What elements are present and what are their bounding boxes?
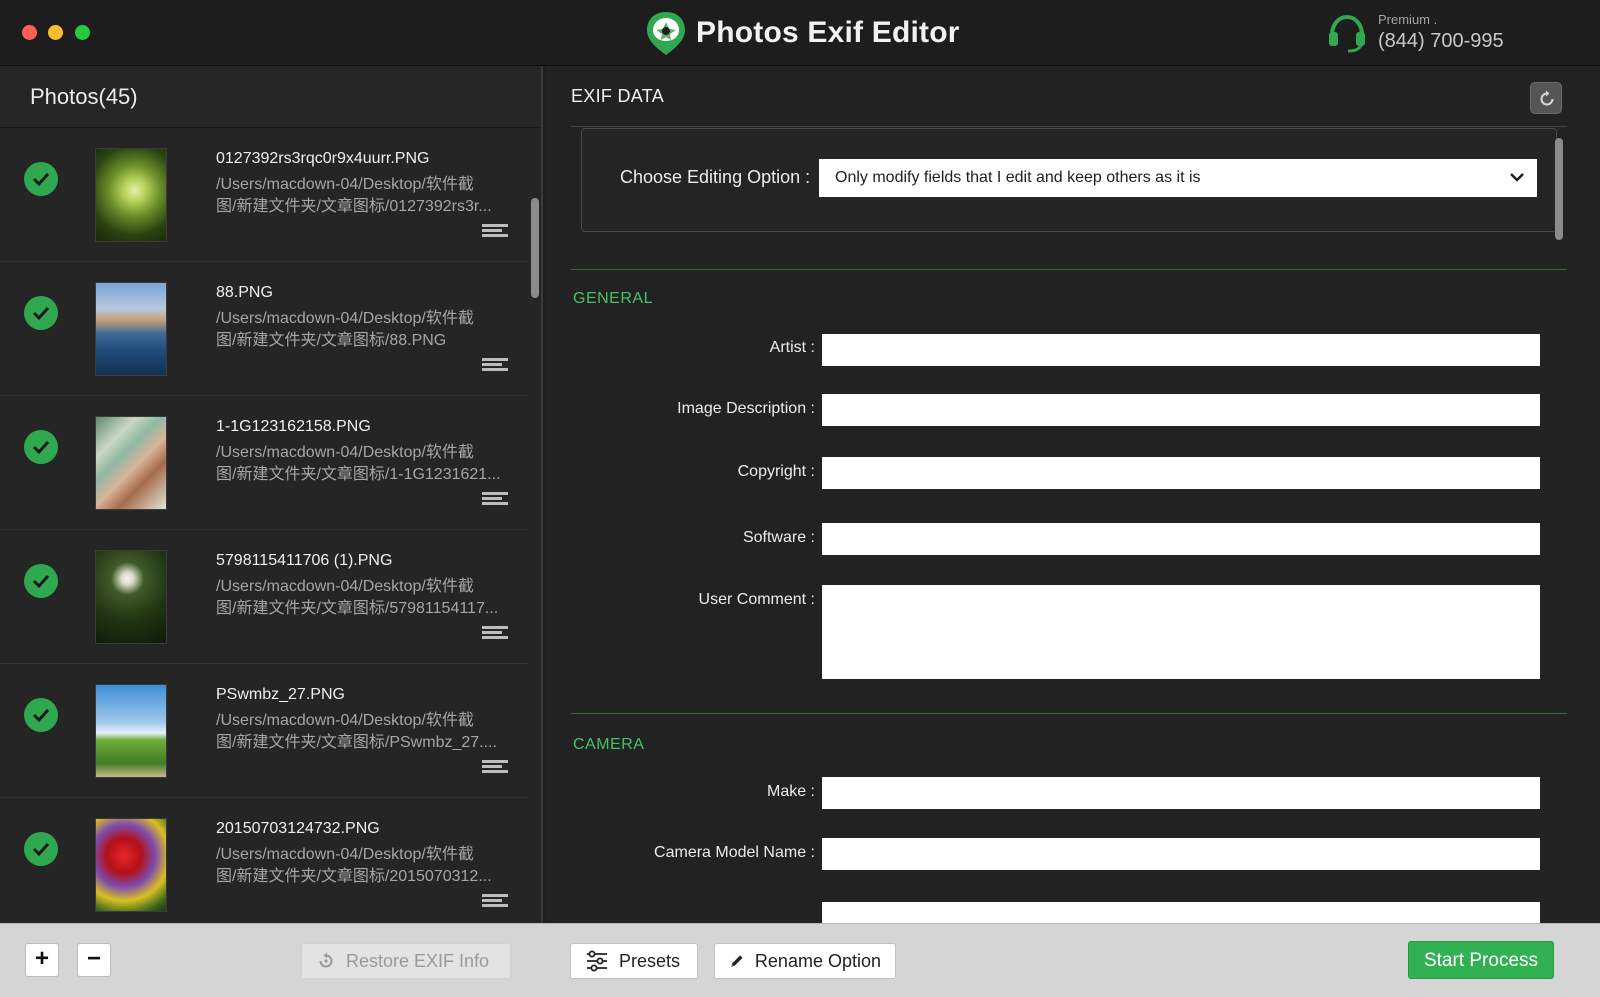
photos-panel: Photos(45) 0127392rs3rqc0r9x4uurr.PNG /U… [0,66,543,923]
rename-option-button[interactable]: Rename Option [714,943,896,979]
exif-panel-title: EXIF DATA [571,86,665,106]
selected-check-icon[interactable] [24,430,58,464]
section-divider [571,713,1567,714]
photo-list-item[interactable]: 20150703124732.PNG /Users/macdown-04/Des… [0,798,528,923]
window-minimize-button[interactable] [48,25,63,40]
restore-exif-button[interactable]: Restore EXIF Info [301,943,511,979]
section-title-general: GENERAL [573,290,653,307]
photo-thumbnail [95,550,167,644]
divider [571,126,1567,127]
photo-thumbnail [95,282,167,376]
restore-exif-label: Restore EXIF Info [346,950,490,971]
rename-option-label: Rename Option [754,950,881,971]
app-brand: Photos Exif Editor [644,10,960,56]
presets-button[interactable]: Presets [570,943,698,979]
copyright-input[interactable] [822,457,1540,489]
editing-option-value: Only modify fields that I edit and keep … [835,169,1201,186]
exif-panel: EXIF DATA Choose Editing Option : Only m… [545,66,1600,923]
support-label: Premium . [1378,12,1438,27]
selected-check-icon[interactable] [24,832,58,866]
headset-icon [1329,14,1365,53]
window-close-button[interactable] [22,25,37,40]
photo-list-item[interactable]: PSwmbz_27.PNG /Users/macdown-04/Desktop/… [0,664,528,798]
software-label: Software : [742,529,815,546]
user-comment-textarea[interactable] [822,585,1540,679]
photo-path: /Users/macdown-04/Desktop/软件截 图/新建文件夹/文章… [216,444,501,483]
editing-option-select[interactable]: Only modify fields that I edit and keep … [819,159,1537,197]
photo-list-item[interactable]: 1-1G123162158.PNG /Users/macdown-04/Desk… [0,396,528,530]
make-label: Make : [766,783,815,800]
photo-path: /Users/macdown-04/Desktop/软件截 图/新建文件夹/文章… [216,578,499,617]
photo-path: /Users/macdown-04/Desktop/软件截 图/新建文件夹/文章… [216,176,492,215]
photo-details-menu-icon[interactable] [482,224,508,238]
camera-model-name-label: Camera Model Name : [654,844,815,861]
editing-option-label: Choose Editing Option : [620,167,811,187]
photo-details-menu-icon[interactable] [482,492,508,506]
section-divider [571,269,1567,270]
software-input[interactable] [822,523,1540,555]
image-description-label: Image Description : [677,400,815,417]
photo-thumbnail [95,818,167,912]
photo-list-item[interactable]: 5798115411706 (1).PNG /Users/macdown-04/… [0,530,528,664]
bottom-toolbar: + − Restore EXIF Info Presets Rename Opt… [0,923,1600,997]
copyright-label: Copyright : [737,463,815,480]
chevron-down-icon [1510,173,1524,182]
exif-panel-scrollbar[interactable] [1555,138,1563,240]
add-photo-button[interactable]: + [25,943,59,977]
photo-filename: 0127392rs3rqc0r9x4uurr.PNG [216,150,430,167]
refresh-icon [1540,90,1554,106]
artist-input[interactable] [822,334,1540,366]
photo-list-item[interactable]: 0127392rs3rqc0r9x4uurr.PNG /Users/macdow… [0,128,528,262]
selected-check-icon[interactable] [24,564,58,598]
user-comment-label: User Comment : [698,591,815,608]
photo-filename: 1-1G123162158.PNG [216,418,371,435]
title-bar: Photos Exif Editor Premium . (844) 700-9… [0,0,1600,66]
photo-filename: 20150703124732.PNG [216,820,380,837]
photo-details-menu-icon[interactable] [482,894,508,908]
section-title-camera: CAMERA [573,736,645,753]
photo-filename: 5798115411706 (1).PNG [216,552,393,569]
photo-thumbnail [95,416,167,510]
selected-check-icon[interactable] [24,162,58,196]
make-input[interactable] [822,777,1540,809]
window-maximize-button[interactable] [75,25,90,40]
artist-label: Artist : [769,339,815,356]
sliders-icon [587,950,607,972]
next-field-input[interactable] [822,902,1540,923]
restore-icon [319,952,333,968]
photo-list[interactable]: 0127392rs3rqc0r9x4uurr.PNG /Users/macdow… [0,128,528,923]
pencil-icon [731,955,743,967]
editing-option-box: Choose Editing Option : Only modify fiel… [581,128,1557,232]
refresh-button[interactable] [1530,82,1562,114]
image-description-input[interactable] [822,394,1540,426]
photo-thumbnail [95,684,167,778]
photo-filename: PSwmbz_27.PNG [216,686,345,703]
app-title: Photos Exif Editor [696,16,960,49]
selected-check-icon[interactable] [24,296,58,330]
photo-details-menu-icon[interactable] [482,760,508,774]
photos-count-header: Photos(45) [0,66,541,128]
photo-thumbnail [95,148,167,242]
selected-check-icon[interactable] [24,698,58,732]
start-process-button[interactable]: Start Process [1408,941,1554,979]
photo-path: /Users/macdown-04/Desktop/软件截 图/新建文件夹/文章… [216,712,497,751]
remove-photo-button[interactable]: − [77,943,111,977]
photo-list-scrollbar[interactable] [531,198,539,298]
photo-list-item[interactable]: 88.PNG /Users/macdown-04/Desktop/软件截 图/新… [0,262,528,396]
camera-model-name-input[interactable] [822,838,1540,870]
photo-details-menu-icon[interactable] [482,626,508,640]
photo-path: /Users/macdown-04/Desktop/软件截 图/新建文件夹/文章… [216,846,492,885]
presets-label: Presets [619,950,681,971]
photo-filename: 88.PNG [216,284,273,301]
support-contact[interactable]: Premium . (844) 700-995 [1324,10,1600,58]
app-logo-icon [647,12,685,55]
support-phone: (844) 700-995 [1378,30,1504,52]
photo-details-menu-icon[interactable] [482,358,508,372]
photo-path: /Users/macdown-04/Desktop/软件截 图/新建文件夹/文章… [216,310,474,349]
